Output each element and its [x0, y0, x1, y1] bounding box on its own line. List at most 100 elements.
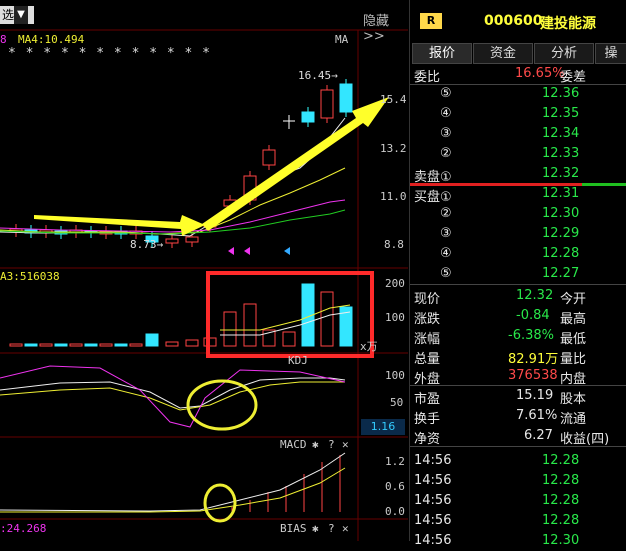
stat-value: 82.91万: [508, 352, 559, 367]
close-icon[interactable]: ✕: [342, 438, 349, 451]
gear-icon[interactable]: ✱: [312, 522, 319, 535]
volume-bar: [243, 303, 257, 347]
order-price: 12.29: [542, 226, 580, 241]
tick-row: 14:56 12.28: [410, 491, 626, 511]
order-price: 12.28: [542, 246, 580, 261]
stat-label: 最高: [560, 312, 587, 327]
kline-chart-canvas[interactable]: [0, 0, 408, 541]
order-level-label: ②: [440, 206, 452, 221]
sell-order-row: ⑤ 12.36: [410, 84, 626, 104]
tick-row: 14:56 12.30: [410, 531, 626, 551]
buy-order-row: 买盘① 12.31: [410, 184, 626, 205]
order-price: 12.34: [542, 126, 580, 141]
order-price: 12.31: [542, 186, 580, 201]
stat-row: 换手 7.61% 流通: [410, 406, 626, 427]
tick-row: 14:56 12.28: [410, 511, 626, 531]
tick-price: 12.28: [542, 493, 580, 508]
chevron-down-icon[interactable]: ▼: [14, 6, 28, 24]
order-level-label: ③: [440, 226, 452, 241]
macd-axis-tick: 1.2: [385, 455, 405, 468]
candle: [339, 83, 353, 113]
rzrq-badge: R: [420, 13, 442, 29]
sell-order-row: ② 12.33: [410, 144, 626, 164]
ma-label-fragment: 8: [0, 33, 7, 46]
tab-funds[interactable]: 资金: [473, 43, 533, 64]
kdj-line-yellow: [0, 381, 345, 411]
signal-stars: * * * * * * * * * * * *: [8, 46, 212, 61]
volume-bar: [320, 291, 334, 347]
tab-analysis[interactable]: 分析: [534, 43, 594, 64]
kline-chart-area[interactable]: 选 ▼ 隐藏>> 8 MA4:10.494 MA * * * * * * * *…: [0, 0, 408, 541]
annotation-ellipse-kdj: [186, 379, 258, 431]
tab-operate[interactable]: 操: [595, 43, 626, 64]
ma-label: MA: [335, 33, 349, 46]
stat-value: 7.61%: [516, 408, 558, 423]
stat-row: 总量 82.91万 量比: [410, 346, 626, 367]
volume-axis-tick: 100: [385, 311, 405, 324]
stat-value: 15.19: [516, 388, 554, 403]
close-icon[interactable]: ✕: [342, 522, 349, 535]
volume-bar: [145, 333, 159, 347]
stat-row: 市盈 15.19 股本: [410, 386, 626, 407]
volume-bar: [165, 341, 179, 347]
low-price-label: 8.73→: [130, 238, 164, 251]
quote-panel: R 000600 建投能源 报价 资金 分析 操 委比 16.65% 委差 ⑤ 1…: [409, 0, 626, 548]
sell-order-row: ④ 12.35: [410, 104, 626, 124]
order-level-label: ③: [440, 126, 452, 141]
macd-axis-tick: 0.0: [385, 505, 405, 518]
volume-axis-tick: 200: [385, 277, 405, 290]
buy-order-row: ⑤ 12.27: [410, 264, 626, 284]
volume-bar: [282, 331, 296, 347]
volume-bars: [9, 283, 353, 347]
stock-name: 建投能源: [540, 16, 596, 32]
volume-bar: [9, 343, 23, 347]
stat-row: 涨跌 -0.84 最高: [410, 306, 626, 327]
price-axis-tick: 11.0: [380, 190, 407, 203]
stat-row: 涨幅 -6.38% 最低: [410, 326, 626, 347]
stat-label: 市盈: [414, 392, 441, 407]
stat-value: 6.27: [524, 428, 553, 443]
tab-quote[interactable]: 报价: [412, 43, 472, 64]
gear-icon[interactable]: ✱: [312, 438, 319, 451]
stat-label: 现价: [414, 292, 441, 307]
volume-bar: [69, 343, 83, 347]
volume-bar: [129, 343, 143, 347]
high-price-label: 16.45→: [298, 69, 338, 82]
macd-axis-tick: 0.6: [385, 480, 405, 493]
tick-time: 14:56: [414, 453, 452, 468]
buy-order-row: ③ 12.29: [410, 224, 626, 244]
buy-order-row: ② 12.30: [410, 204, 626, 224]
volume-bar: [24, 343, 38, 347]
tick-price: 12.28: [542, 513, 580, 528]
sell-order-row: 卖盘① 12.32: [410, 164, 626, 185]
order-level-label: ⑤: [440, 266, 452, 281]
bias-label: BIAS: [280, 522, 307, 535]
candle: [185, 236, 199, 243]
order-level-label: ②: [440, 146, 452, 161]
sell-order-row: ③ 12.34: [410, 124, 626, 144]
annotation-ellipse-macd: [203, 483, 237, 523]
volume-axis-unit: x万: [360, 340, 378, 353]
kdj-axis-tick: 100: [385, 369, 405, 382]
hide-toggle[interactable]: 隐藏>>: [363, 10, 408, 44]
stat-label: 流通: [560, 412, 587, 427]
stat-row: 现价 12.32 今开: [410, 286, 626, 307]
stat-value: -6.38%: [508, 328, 554, 343]
help-icon[interactable]: ?: [328, 438, 335, 451]
weibi-row: 委比 16.65% 委差: [414, 66, 587, 85]
stat-label: 最低: [560, 332, 587, 347]
stat-value: 12.32: [516, 288, 554, 303]
order-level-label: ④: [440, 246, 452, 261]
help-icon[interactable]: ?: [328, 522, 335, 535]
kdj-label: KDJ: [288, 354, 308, 367]
order-price: 12.36: [542, 86, 580, 101]
kdj-value-box: 1.16: [361, 419, 405, 435]
stat-label: 换手: [414, 412, 441, 427]
stat-label: 涨幅: [414, 332, 441, 347]
bias-value: :24.268: [0, 522, 47, 535]
tick-row: 14:56 12.28: [410, 471, 626, 491]
stat-row: 净资 6.27 收益(四): [410, 426, 626, 447]
price-axis-tick: 8.8: [384, 238, 404, 251]
volume-bar: [99, 343, 113, 347]
order-price: 12.33: [542, 146, 580, 161]
